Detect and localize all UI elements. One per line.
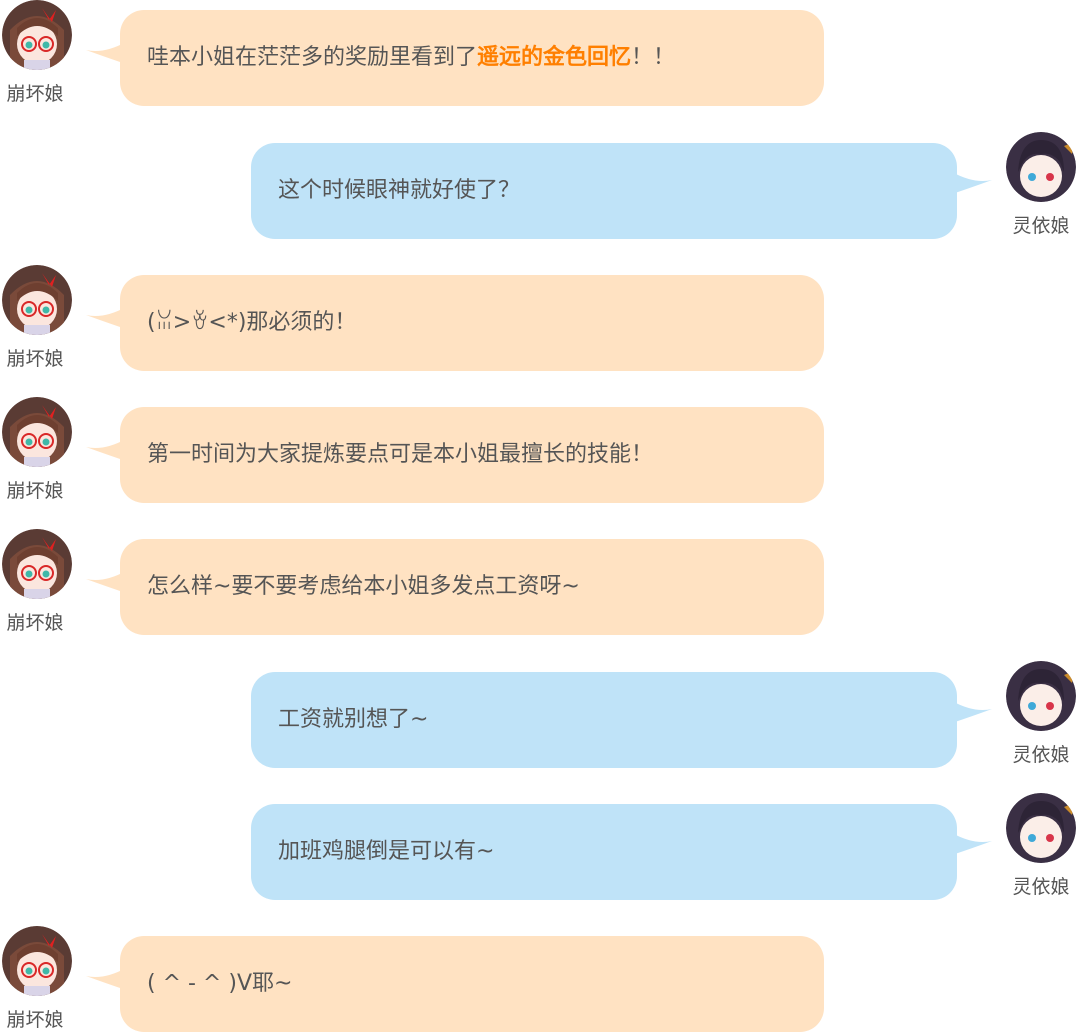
message-bubble: ( ^ - ^ )V耶~: [120, 936, 824, 1032]
sender-name: 崩坏娘: [6, 1009, 64, 1031]
sender-name: 灵依娘: [1012, 215, 1070, 237]
chat-message: 崩坏娘 (ꈍ>ꈊ<*)那必须的！: [0, 265, 1080, 371]
chat-message: 崩坏娘 怎么样~要不要考虑给本小姐多发点工资呀~: [0, 529, 1080, 635]
message-text: 加班鸡腿倒是可以有~: [278, 839, 495, 864]
message-text: (ꈍ>ꈊ<*)那必须的！: [147, 310, 357, 335]
message-text: 这个时候眼神就好使了？: [278, 178, 521, 203]
chat-message: 崩坏娘 第一时间为大家提炼要点可是本小姐最擅长的技能！: [0, 397, 1080, 503]
sender-name: 崩坏娘: [6, 480, 64, 502]
chat-message: 灵依娘 这个时候眼神就好使了？: [0, 132, 1080, 239]
message-text: 第一时间为大家提炼要点可是本小姐最擅长的技能！: [147, 442, 654, 467]
glasses-girl-avatar[interactable]: [2, 926, 72, 996]
highlight-text: 遥远的金色回忆: [477, 45, 632, 70]
chat-log: 崩坏娘 哇本小姐在茫茫多的奖励里看到了遥远的金色回忆！！ 灵依娘 这个时候眼神就…: [0, 0, 1080, 1032]
message-bubble: 加班鸡腿倒是可以有~: [251, 804, 957, 900]
glasses-girl-avatar[interactable]: [2, 397, 72, 467]
sender-name: 崩坏娘: [6, 612, 64, 634]
bubble-tail: [952, 701, 992, 723]
message-text: 工资就别想了~: [278, 707, 429, 732]
message-bubble: 这个时候眼神就好使了？: [251, 143, 957, 239]
message-bubble: 第一时间为大家提炼要点可是本小姐最擅长的技能！: [120, 407, 824, 503]
sender-name: 崩坏娘: [6, 83, 64, 105]
message-bubble: (ꈍ>ꈊ<*)那必须的！: [120, 275, 824, 371]
bubble-tail: [952, 833, 992, 855]
chat-message: 崩坏娘 ( ^ - ^ )V耶~: [0, 926, 1080, 1032]
chat-message: 灵依娘 加班鸡腿倒是可以有~: [0, 793, 1080, 900]
sender-name: 灵依娘: [1012, 876, 1070, 898]
message-text-after: ！！: [631, 45, 676, 70]
sender-name: 崩坏娘: [6, 348, 64, 370]
message-text: 哇本小姐在茫茫多的奖励里看到了: [147, 45, 478, 70]
glasses-girl-avatar[interactable]: [2, 529, 72, 599]
message-text: ( ^ - ^ )V耶~: [147, 971, 293, 996]
glasses-girl-avatar[interactable]: [2, 265, 72, 335]
message-bubble: 怎么样~要不要考虑给本小姐多发点工资呀~: [120, 539, 824, 635]
dark-hair-girl-avatar[interactable]: [1006, 793, 1076, 863]
bubble-tail: [952, 172, 992, 194]
message-bubble: 哇本小姐在茫茫多的奖励里看到了遥远的金色回忆！！: [120, 10, 824, 106]
sender-name: 灵依娘: [1012, 744, 1070, 766]
dark-hair-girl-avatar[interactable]: [1006, 661, 1076, 731]
message-text: 怎么样~要不要考虑给本小姐多发点工资呀~: [147, 574, 580, 599]
dark-hair-girl-avatar[interactable]: [1006, 132, 1076, 202]
glasses-girl-avatar[interactable]: [2, 0, 72, 70]
message-bubble: 工资就别想了~: [251, 672, 957, 768]
chat-message: 灵依娘 工资就别想了~: [0, 661, 1080, 768]
chat-message: 崩坏娘 哇本小姐在茫茫多的奖励里看到了遥远的金色回忆！！: [0, 0, 1080, 106]
